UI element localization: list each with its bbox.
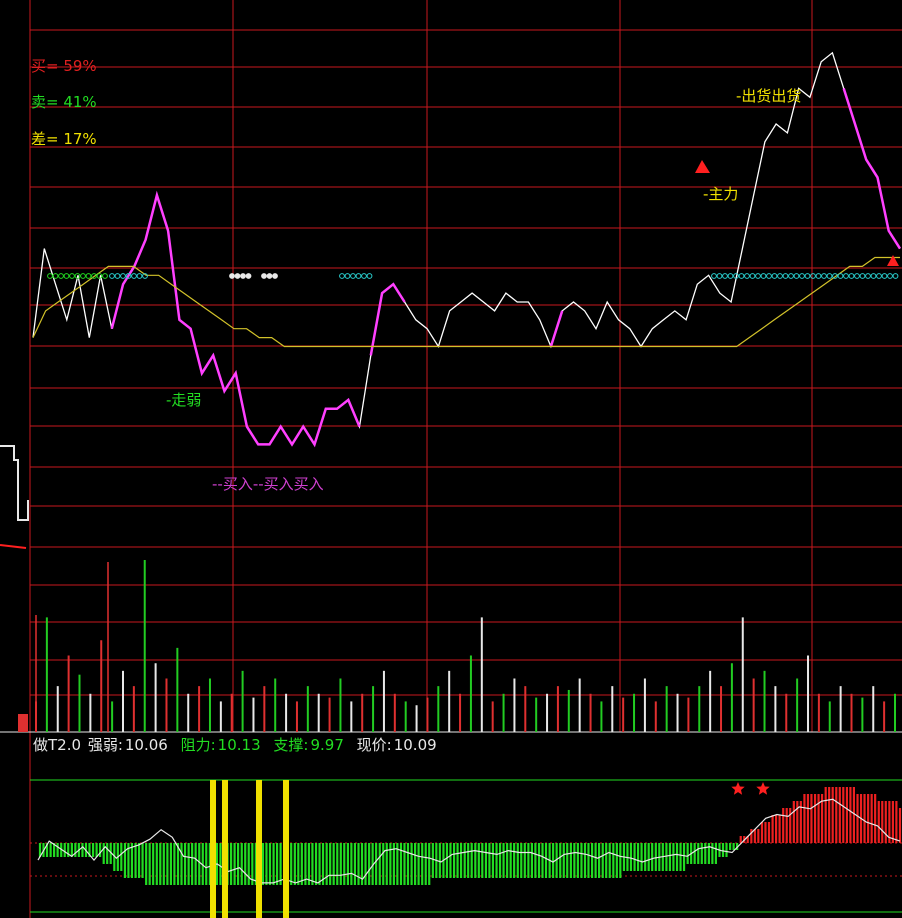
signal-dot xyxy=(738,273,745,279)
star-icon xyxy=(756,782,770,795)
grid-lines xyxy=(0,0,902,918)
signal-dot xyxy=(85,273,92,279)
buy-ratio: 买= 59% xyxy=(31,57,97,75)
signal-dot xyxy=(52,273,59,279)
signal-dot xyxy=(771,273,778,279)
signal-dot xyxy=(804,273,811,279)
signal-dot xyxy=(810,273,816,279)
signal-dot xyxy=(848,273,855,279)
volume-bars xyxy=(18,560,896,732)
signal-dot xyxy=(131,273,137,279)
indicator-name: 做T2.0 xyxy=(33,736,82,754)
buy-signal-bar xyxy=(222,780,228,918)
signal-dot xyxy=(843,273,849,279)
signal-dot xyxy=(722,273,728,279)
main-force-annotation: -主力 xyxy=(703,185,739,203)
signal-dot xyxy=(887,273,893,279)
signal-dot xyxy=(229,273,235,279)
signal-dot xyxy=(744,273,750,279)
oscillator-panel xyxy=(37,780,902,918)
signal-dot xyxy=(58,273,64,279)
signal-dot xyxy=(339,273,345,279)
signal-dot xyxy=(366,273,373,279)
signal-dot xyxy=(788,273,794,279)
main-force-triangle xyxy=(695,160,710,173)
signal-dot xyxy=(245,273,252,279)
signal-dot xyxy=(782,273,789,279)
signal-dot xyxy=(755,273,761,279)
signal-dot xyxy=(261,273,267,279)
signal-triangle xyxy=(887,255,899,266)
buy-signal-bar xyxy=(283,780,289,918)
resistance-value: 10.13 xyxy=(217,736,261,754)
star-icon xyxy=(731,782,745,795)
price-lines xyxy=(0,51,902,549)
price-line xyxy=(32,51,901,446)
signal-dot xyxy=(859,273,866,279)
signal-dot xyxy=(727,273,734,279)
signal-dot xyxy=(876,273,882,279)
signal-dot xyxy=(109,273,115,279)
signal-dot xyxy=(120,273,126,279)
buy-in-annotation: --买入--买入买入 xyxy=(212,475,324,493)
strong-segment xyxy=(110,190,170,330)
signal-dot xyxy=(69,273,75,279)
sell-ratio: 卖= 41% xyxy=(31,93,97,111)
signal-dot xyxy=(870,273,877,279)
signal-dot xyxy=(892,273,899,279)
strong-segment xyxy=(842,88,902,250)
signal-dot xyxy=(865,273,871,279)
strong-segment xyxy=(369,282,406,356)
signal-dot xyxy=(47,273,53,279)
signal-dot xyxy=(854,273,860,279)
signal-dot xyxy=(837,273,844,279)
signal-dot xyxy=(777,273,783,279)
price-label: 现价: xyxy=(356,736,392,754)
average-line xyxy=(32,256,900,348)
signal-dot xyxy=(793,273,800,279)
prior-session-red xyxy=(0,544,27,549)
resistance-label: 阻力: xyxy=(180,736,216,754)
signal-dot xyxy=(749,273,756,279)
signal-dot xyxy=(80,273,86,279)
strong-segment xyxy=(549,310,564,347)
signal-dot xyxy=(272,273,278,279)
signal-dot xyxy=(799,273,805,279)
sell-out-annotation: -出货出货 xyxy=(736,87,802,105)
strength-label: 强弱: xyxy=(87,736,123,754)
signal-dot xyxy=(234,273,241,279)
support-value: 9.97 xyxy=(310,736,344,754)
indicator-info-bar: 做T2.0 强弱: 10.06 阻力: 10.13 支撑: 9.97 现价: 10.09 xyxy=(33,734,439,755)
signal-dot xyxy=(881,273,888,279)
signal-dot xyxy=(63,273,70,279)
signal-dot xyxy=(716,273,723,279)
buy-signal-bar xyxy=(210,780,216,918)
signal-dot xyxy=(240,273,246,279)
signal-dot xyxy=(766,273,772,279)
signal-dot xyxy=(266,273,273,279)
signal-dot xyxy=(344,273,351,279)
signal-dot xyxy=(361,273,367,279)
signal-dot xyxy=(711,273,717,279)
weak-annotation: -走弱 xyxy=(166,391,202,409)
signal-dot xyxy=(821,273,827,279)
signal-dot xyxy=(350,273,356,279)
signal-markers xyxy=(47,160,899,279)
signal-dot xyxy=(102,273,108,279)
signal-dot xyxy=(355,273,362,279)
signal-dot xyxy=(114,273,121,279)
signal-dot xyxy=(136,273,143,279)
signal-dot xyxy=(760,273,767,279)
volume-block xyxy=(18,714,28,732)
buy-signal-bar xyxy=(256,780,262,918)
signal-dot xyxy=(815,273,822,279)
stock-chart[interactable] xyxy=(0,0,902,918)
support-label: 支撑: xyxy=(273,736,309,754)
signal-dot xyxy=(826,273,833,279)
strength-value: 10.06 xyxy=(124,736,168,754)
diff-ratio: 差= 17% xyxy=(31,130,97,148)
prior-session-line xyxy=(0,445,29,521)
price-value: 10.09 xyxy=(393,736,437,754)
